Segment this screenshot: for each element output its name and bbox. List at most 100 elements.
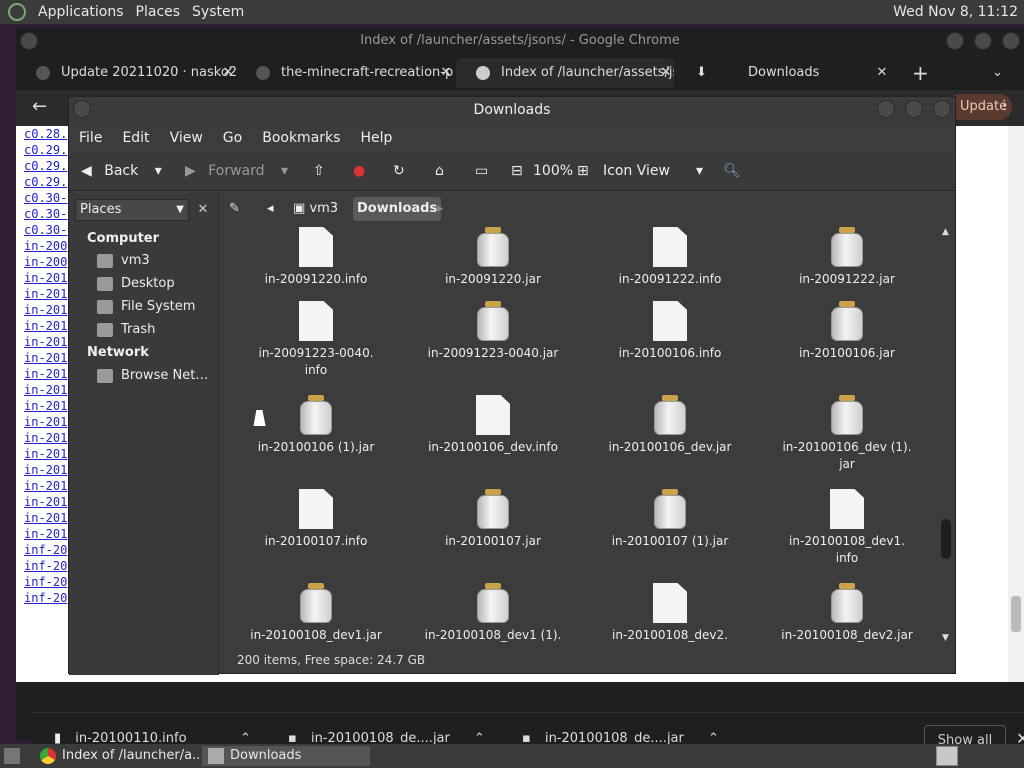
view-mode-select[interactable]: Icon View ▾	[603, 163, 703, 179]
file-item[interactable]: in-20091220.jar	[408, 227, 578, 288]
computer-icon[interactable]: ▭	[475, 163, 488, 179]
file-item[interactable]: in-20100108_dev1.jar	[231, 583, 401, 644]
file-item[interactable]: in-20100107.info	[231, 489, 401, 550]
menu-system[interactable]: System	[186, 4, 250, 20]
menu-bookmarks[interactable]: Bookmarks	[252, 130, 350, 146]
dropdown-arrow-icon[interactable]: ▾	[281, 163, 288, 179]
minimize-icon[interactable]	[946, 32, 964, 50]
sidebar-item-trash[interactable]: Trash	[97, 322, 155, 337]
directory-link[interactable]: inf-20	[24, 590, 72, 606]
directory-link[interactable]: c0.29.	[24, 142, 72, 158]
directory-link[interactable]: inf-20	[24, 542, 72, 558]
sidebar-item-file-system[interactable]: File System	[97, 299, 195, 314]
file-item[interactable]: in-20091222.info	[585, 227, 755, 288]
workspace-switcher[interactable]	[936, 746, 958, 766]
home-icon[interactable]: ⌂	[435, 163, 444, 179]
menu-help[interactable]: Help	[350, 130, 402, 146]
window-menu-icon[interactable]	[20, 32, 38, 50]
directory-link[interactable]: in-201	[24, 334, 72, 350]
file-item[interactable]: in-20091223-0040.jar	[408, 301, 578, 362]
taskbar-item-downloads[interactable]: Downloads	[202, 746, 370, 766]
file-item[interactable]: in-20091222.jar	[762, 227, 932, 288]
directory-link[interactable]: c0.29.	[24, 174, 72, 190]
file-item[interactable]: in-20100108_dev2.jar	[762, 583, 932, 644]
directory-link[interactable]: in-200	[24, 238, 72, 254]
directory-link[interactable]: in-201	[24, 302, 72, 318]
dropdown-arrow-icon[interactable]: ▾	[155, 163, 162, 179]
directory-link[interactable]: inf-20	[24, 558, 72, 574]
tab-search-chevron-icon[interactable]: ⌄	[992, 58, 1003, 88]
crumb-downloads[interactable]: Downloads	[353, 197, 442, 221]
menu-go[interactable]: Go	[213, 130, 252, 146]
scrollbar-thumb[interactable]	[1011, 596, 1021, 632]
directory-link[interactable]: in-201	[24, 382, 72, 398]
directory-link[interactable]: in-201	[24, 462, 72, 478]
directory-link[interactable]: in-201	[24, 510, 72, 526]
menu-applications[interactable]: Applications	[32, 4, 130, 20]
file-item[interactable]: in-20100106_dev (1). jar	[762, 395, 932, 473]
new-tab-button[interactable]: +	[912, 58, 929, 88]
sidebar-item-desktop[interactable]: Desktop	[97, 276, 175, 291]
show-desktop-icon[interactable]	[4, 748, 20, 764]
taskbar-item-chrome[interactable]: Index of /launcher/a...	[34, 746, 200, 766]
close-tab-icon[interactable]: ✕	[874, 58, 890, 88]
page-scrollbar[interactable]	[1008, 126, 1024, 682]
search-icon[interactable]: 🔍︎	[723, 163, 741, 179]
close-tab-icon[interactable]: ✕	[438, 58, 454, 88]
directory-link[interactable]: in-201	[24, 270, 72, 286]
directory-link[interactable]: in-201	[24, 494, 72, 510]
menu-edit[interactable]: Edit	[112, 130, 159, 146]
scroll-down-arrow-icon[interactable]: ▼	[942, 633, 949, 643]
forward-button[interactable]: ▶ Forward ▾	[185, 163, 288, 179]
zoom-in-icon[interactable]: ⊞	[577, 163, 589, 179]
scroll-up-arrow-icon[interactable]: ▲	[942, 227, 949, 237]
crumb-right-arrow-icon[interactable]: ▸	[437, 197, 444, 221]
menu-view[interactable]: View	[160, 130, 213, 146]
clock[interactable]: Wed Nov 8, 11:12	[893, 4, 1018, 20]
directory-link[interactable]: inf-20	[24, 574, 72, 590]
sidebar-item-vm3[interactable]: vm3	[97, 253, 150, 268]
reload-icon[interactable]: ↻	[393, 163, 405, 179]
window-menu-icon[interactable]	[73, 100, 91, 118]
zoom-out-icon[interactable]: ⊟	[511, 163, 523, 179]
directory-link[interactable]: in-200	[24, 254, 72, 270]
icon-view-scrollbar[interactable]: ▲ ▼	[939, 227, 955, 645]
file-item[interactable]: in-20100107.jar	[408, 489, 578, 550]
file-item[interactable]: in-20100106_dev.jar	[585, 395, 755, 456]
directory-link[interactable]: in-201	[24, 446, 72, 462]
file-item[interactable]: in-20100107 (1).jar	[585, 489, 755, 550]
directory-link[interactable]: in-201	[24, 526, 72, 542]
stop-icon[interactable]: ●	[353, 163, 365, 179]
directory-link[interactable]: c0.28.	[24, 126, 72, 142]
file-item[interactable]: in-20100106.info	[585, 301, 755, 362]
tab-minecraft-recreation[interactable]: the-minecraft-recreation-p ✕	[236, 58, 454, 88]
tab-index-of-launcher[interactable]: Index of /launcher/assets/js ✕	[456, 58, 674, 88]
file-item[interactable]: in-20100108_dev1. info	[762, 489, 932, 567]
file-item[interactable]: in-20100108_dev1 (1).	[408, 583, 578, 644]
file-item[interactable]: in-20091223-0040. info	[231, 301, 401, 379]
close-window-icon[interactable]	[933, 100, 951, 118]
directory-link[interactable]: in-201	[24, 286, 72, 302]
maximize-icon[interactable]	[974, 32, 992, 50]
tab-github-update[interactable]: Update 20211020 · nasko22 ✕	[16, 58, 236, 88]
file-item[interactable]: in-20091220.info	[231, 227, 401, 288]
scrollbar-thumb[interactable]	[941, 519, 951, 559]
directory-link[interactable]: in-201	[24, 350, 72, 366]
minimize-icon[interactable]	[877, 100, 895, 118]
directory-link[interactable]: in-201	[24, 318, 72, 334]
directory-link[interactable]: in-201	[24, 398, 72, 414]
menu-file[interactable]: File	[69, 130, 112, 146]
directory-link[interactable]: in-201	[24, 430, 72, 446]
maximize-icon[interactable]	[905, 100, 923, 118]
crumb-vm3[interactable]: ▣ vm3	[293, 197, 338, 221]
directory-link[interactable]: in-201	[24, 478, 72, 494]
distro-logo-icon[interactable]	[8, 3, 26, 21]
file-item[interactable]: in-20100106.jar	[762, 301, 932, 362]
tab-downloads[interactable]: ⬇ Downloads ✕	[676, 58, 890, 88]
back-arrow-icon[interactable]: ←	[32, 96, 47, 117]
file-item[interactable]: in-20100106_dev.info	[408, 395, 578, 456]
directory-link[interactable]: c0.30-	[24, 190, 72, 206]
edit-location-icon[interactable]: ✎	[229, 197, 240, 221]
back-button[interactable]: ◀ Back ▾	[81, 163, 162, 179]
chrome-menu-icon[interactable]: ⋮	[998, 98, 1011, 113]
